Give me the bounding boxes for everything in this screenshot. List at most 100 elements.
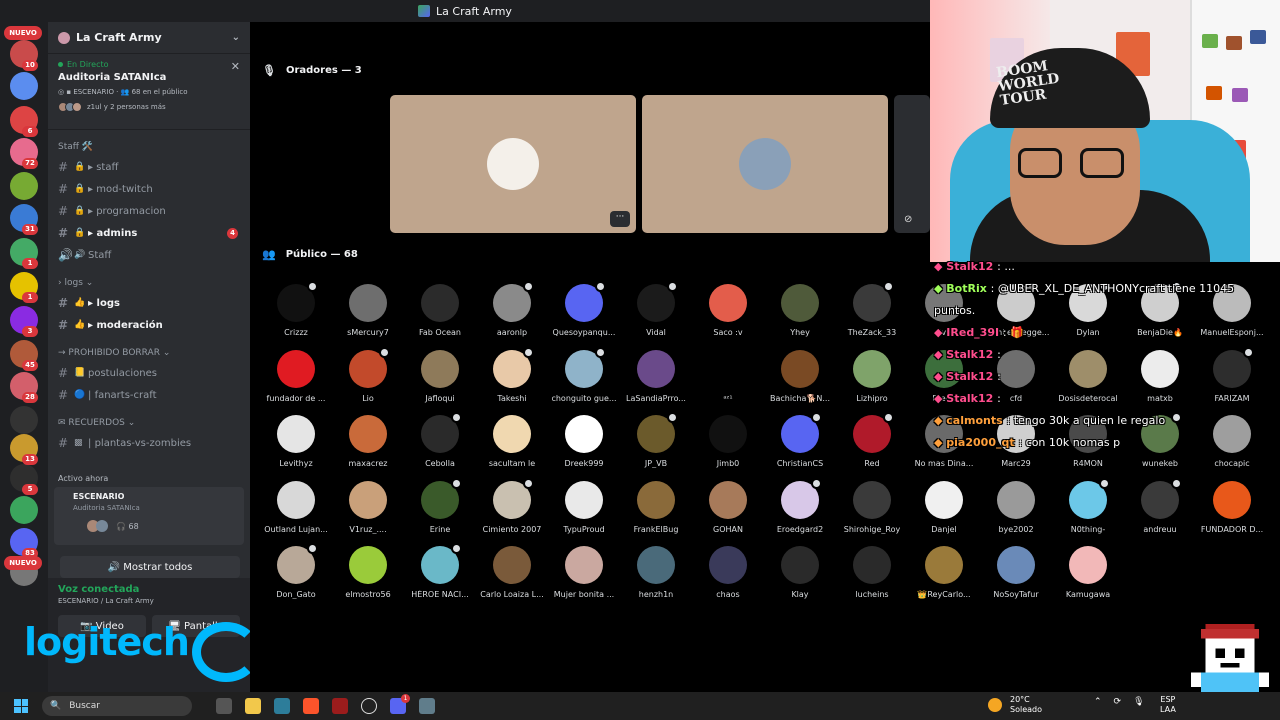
audience-member[interactable]: Eroedgard2 [764,477,836,534]
audience-member[interactable]: Quesoypanqu... [548,281,620,337]
server-icon[interactable] [10,172,38,200]
microphone-icon[interactable]: 🎙 [1133,697,1144,707]
live-stage-banner[interactable]: En Directo Auditoria SATANIca ◎ ▪ ESCENA… [48,54,250,130]
taskbar-search[interactable]: 🔍 Buscar [42,696,192,716]
audience-member[interactable]: andreuu [1124,477,1196,534]
audience-member[interactable]: JP_VB [620,412,692,468]
audience-member[interactable]: V1ruz_.... [332,480,404,534]
audience-member[interactable]: HÉROE NACI... [404,543,476,599]
audience-member[interactable]: Danjel [908,480,980,534]
audience-member[interactable]: GOHAN [692,480,764,534]
channel-fanarts[interactable]: # 🔵 | fanarts-craft [48,384,250,406]
server-badge: 31 [22,224,38,235]
windows-start-icon[interactable] [14,699,28,713]
channel-moderacion[interactable]: # 👍 ▸ moderación [48,314,250,336]
file-explorer-icon[interactable] [245,698,261,714]
channel-admins[interactable]: # 🔒 ▸ admins 4 [48,222,250,244]
weather-widget[interactable]: 20°C Soleado [988,695,1042,715]
close-icon[interactable]: ✕ [231,60,240,73]
store-icon[interactable] [274,698,290,714]
server-header[interactable]: La Craft Army ⌄ [48,22,250,54]
audience-member[interactable]: aaronlp [476,281,548,337]
audience-member[interactable]: Dreek999 [548,415,620,468]
audience-member[interactable]: Levithyz [260,415,332,468]
audience-member[interactable]: NoSoyTafur [980,546,1052,599]
audience-member[interactable]: LaSandiaPrro... [620,349,692,403]
audience-member[interactable]: chonguito gue... [548,346,620,403]
audience-member[interactable]: ChristianCS [764,412,836,468]
audience-member[interactable]: sMercury7 [332,284,404,337]
audience-member[interactable]: TypuProud [548,480,620,534]
audience-member[interactable]: bye2002 [980,480,1052,534]
audience-member[interactable]: chaos [692,546,764,599]
audience-member[interactable]: FUNDADOR D... [1196,480,1268,534]
language-indicator[interactable]: ESP LAA [1160,695,1176,715]
chevron-down-icon[interactable]: ⌄ [232,32,240,43]
chevron-up-icon[interactable]: ⌃ [1094,697,1102,707]
server-icon[interactable] [10,496,38,524]
audience-member[interactable]: Cimiento 2007 [476,477,548,534]
audience-member[interactable]: Lizhipro [836,349,908,403]
audience-member[interactable]: TheZack_33 [836,281,908,337]
channel-mod-twitch[interactable]: # 🔒 ▸ mod-twitch [48,178,250,200]
channel-staff-voice[interactable]: 🔊 🔊 Staff [48,244,250,266]
audience-member[interactable]: Fab Ocean [404,284,476,337]
audience-member[interactable]: N0thing- [1052,477,1124,534]
obs-icon[interactable] [361,698,377,714]
audience-member[interactable]: Yhey [764,284,836,337]
channel-logs[interactable]: # 👍 ▸ logs [48,292,250,314]
audience-member[interactable]: maxacrez [332,415,404,468]
audience-member[interactable]: Bachicha🐕N... [764,349,836,403]
audience-member[interactable]: Crizzz [260,281,332,337]
audience-member[interactable]: henzh1n [620,546,692,599]
audience-member[interactable]: Klay [764,546,836,599]
settings-icon[interactable] [419,698,435,714]
audience-member[interactable]: Saco :v [692,284,764,337]
audience-member[interactable]: sacultam le [476,415,548,468]
audience-member[interactable]: 👑ReyCarlo... [908,546,980,599]
more-options-icon[interactable]: ··· [610,211,630,227]
discord-icon[interactable]: 1 [390,694,410,714]
audience-member[interactable]: Cebolla [404,412,476,468]
audience-member[interactable]: FrankElBug [620,480,692,534]
category-prohibido[interactable]: → PROHIBIDO BORRAR ⌄ [48,344,250,362]
audience-member[interactable]: Takeshi [476,346,548,403]
chat-message: ◆ calmonts : tengo 30k a quien le regalo [934,410,1274,432]
active-stage-card[interactable]: ESCENARIO Auditoria SATANIca 🎧 68 [54,487,244,545]
audience-member[interactable]: elmostro56 [332,546,404,599]
server-icon[interactable] [10,406,38,434]
audience-member[interactable]: Shirohige_Roy [836,480,908,534]
audience-member[interactable]: Lio [332,346,404,403]
channel-programacion[interactable]: # 🔒 ▸ programacion [48,200,250,222]
audience-member[interactable]: Jimb0 [692,415,764,468]
speaker-tile[interactable] [642,95,888,233]
category-logs[interactable]: › logs ⌄ [48,274,250,292]
audience-member[interactable]: lucheins [836,546,908,599]
audience-member[interactable]: Outland Lujan... [260,480,332,534]
sync-icon[interactable]: ⟳ [1114,697,1122,707]
audience-member[interactable]: Red [836,412,908,468]
channel-plantas[interactable]: # ▩ | plantas-vs-zombies [48,432,250,454]
channel-staff[interactable]: # 🔒 ▸ staff [48,156,250,178]
audience-member[interactable]: Vidal [620,281,692,337]
channel-postulaciones[interactable]: # 📒 postulaciones [48,362,250,384]
brave-icon[interactable] [303,698,319,714]
category-staff[interactable]: Staff 🛠️ [48,138,250,156]
server-icon[interactable] [10,72,38,100]
audience-member[interactable]: Mujer bonita ... [548,546,620,599]
audience-member[interactable]: Carlo Loaiza L... [476,546,548,599]
audience-member[interactable]: Jafloqui [404,349,476,403]
audience-member[interactable]: Kamugawa [1052,546,1124,599]
task-view-icon[interactable] [216,698,232,714]
speaker-tile[interactable]: ⊘ [894,95,930,233]
audience-name: FUNDADOR D... [1200,524,1264,534]
audience-member[interactable]: Erine [404,477,476,534]
speaker-tile[interactable]: ··· [390,95,636,233]
audience-member[interactable]: ᵃᶻ¹ [692,349,764,403]
category-recuerdos[interactable]: ✉ RECUERDOS ⌄ [48,414,250,432]
app-icon[interactable] [332,698,348,714]
show-all-button[interactable]: 🔊 Mostrar todos [60,556,240,578]
live-title: Auditoria SATANIca [58,72,167,83]
audience-member[interactable]: fundador de ... [260,349,332,403]
audience-member[interactable]: Don_Gato [260,543,332,599]
